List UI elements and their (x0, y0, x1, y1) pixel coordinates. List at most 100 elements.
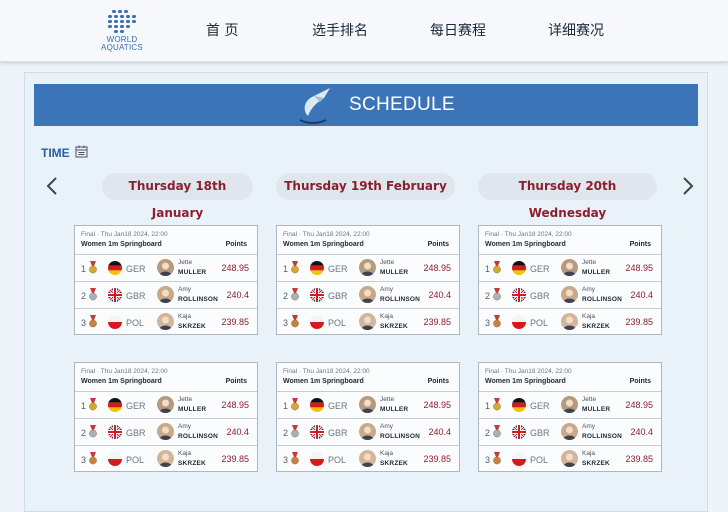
athlete-first-name: Jette (178, 259, 193, 266)
result-row[interactable]: 2 GBR Amy ROLLINSON 240.4 (479, 418, 661, 444)
score: 239.85 (625, 317, 653, 327)
country-code: POL (530, 455, 549, 465)
country-code: GBR (328, 291, 348, 301)
score: 240.4 (630, 290, 653, 300)
points-header: Points (629, 241, 651, 248)
athlete-first-name: Kaja (380, 313, 394, 320)
nav-match-details[interactable]: 详细赛况 (548, 20, 604, 40)
result-card[interactable]: Final · Thu Jan18 2024, 22:00 Women 1m Sp… (276, 362, 460, 472)
result-row[interactable]: 1 GER Jette MULLER 248.95 (277, 391, 459, 417)
score: 240.4 (226, 427, 249, 437)
athlete-first-name: Kaja (178, 450, 192, 457)
nav-home[interactable]: 首 页 (206, 20, 238, 40)
date-tab-3[interactable]: Thursday 20th Wednesday (478, 173, 657, 220)
logo-mark-icon (108, 10, 136, 33)
result-card[interactable]: Final · Thu Jan18 2024, 22:00 Women 1m Sp… (478, 362, 662, 472)
athlete-first-name: Kaja (380, 450, 394, 457)
result-card[interactable]: Final · Thu Jan18 2024, 22:00 Women 1m Sp… (74, 362, 258, 472)
medal-icon (89, 261, 97, 274)
date-tab-1[interactable]: Thursday 18th January (102, 173, 253, 220)
event-name: Women 1m Springboard (283, 378, 364, 385)
athlete-last-name: ROLLINSON (178, 433, 219, 440)
rank: 1 (81, 264, 87, 274)
athlete-avatar (157, 396, 174, 413)
result-row[interactable]: 2 GBR Amy ROLLINSON 240.4 (277, 418, 459, 444)
result-row[interactable]: 1 GER Jette MULLER 248.95 (479, 391, 661, 417)
nav-daily-schedule[interactable]: 每日赛程 (430, 20, 486, 40)
score: 239.85 (625, 454, 653, 464)
germany-flag-icon (108, 398, 122, 412)
date-tab-2[interactable]: Thursday 19th February (276, 173, 455, 200)
athlete-avatar (359, 259, 376, 276)
medal-icon (493, 398, 501, 411)
medal-icon (493, 452, 501, 465)
top-navigation-bar: WORLD AQUATICS 首 页 选手排名 每日赛程 详细赛况 (0, 0, 728, 62)
result-row[interactable]: 2 GBR Amy ROLLINSON 240.4 (277, 281, 459, 307)
diver-icon (299, 88, 330, 124)
result-row[interactable]: 1 GER Jette MULLER 248.95 (75, 254, 257, 280)
result-row[interactable]: 3 POL Kaja SKRZEK 239.85 (277, 308, 459, 334)
athlete-avatar (359, 396, 376, 413)
event-name: Women 1m Springboard (81, 241, 162, 248)
result-row[interactable]: 2 GBR Amy ROLLINSON 240.4 (479, 281, 661, 307)
nav-athlete-ranking[interactable]: 选手排名 (312, 20, 368, 40)
country-code: POL (126, 455, 145, 465)
result-row[interactable]: 3 POL Kaja SKRZEK 239.85 (75, 445, 257, 471)
points-header: Points (427, 378, 449, 385)
next-arrow-icon[interactable] (681, 176, 695, 196)
country-code: GBR (126, 428, 146, 438)
calendar-icon[interactable] (75, 145, 88, 158)
athlete-avatar (561, 313, 578, 330)
rank: 2 (283, 291, 289, 301)
athlete-first-name: Amy (178, 423, 191, 430)
athlete-first-name: Jette (582, 259, 597, 266)
event-meta: Final · Thu Jan18 2024, 22:00 (81, 231, 168, 238)
event-name: Women 1m Springboard (485, 378, 566, 385)
result-card[interactable]: Final · Thu Jan18 2024, 22:00 Women 1m Sp… (74, 225, 258, 335)
uk-flag-icon (108, 425, 122, 439)
prev-arrow-icon[interactable] (45, 176, 59, 196)
result-row[interactable]: 2 GBR Amy ROLLINSON 240.4 (75, 281, 257, 307)
time-filter-label[interactable]: TIME (41, 146, 70, 160)
germany-flag-icon (512, 261, 526, 275)
world-aquatics-logo[interactable]: WORLD AQUATICS (92, 8, 152, 52)
result-row[interactable]: 3 POL Kaja SKRZEK 239.85 (75, 308, 257, 334)
result-row[interactable]: 3 POL Kaja SKRZEK 239.85 (277, 445, 459, 471)
athlete-last-name: SKRZEK (178, 323, 206, 330)
medal-icon (89, 425, 97, 438)
athlete-avatar (359, 313, 376, 330)
poland-flag-icon (310, 452, 324, 466)
athlete-avatar (561, 423, 578, 440)
athlete-first-name: Amy (178, 286, 191, 293)
athlete-last-name: ROLLINSON (582, 433, 623, 440)
rank: 3 (283, 318, 289, 328)
result-card[interactable]: Final · Thu Jan18 2024, 22:00 Women 1m Sp… (276, 225, 460, 335)
country-code: POL (328, 455, 347, 465)
result-row[interactable]: 3 POL Kaja SKRZEK 239.85 (479, 445, 661, 471)
result-row[interactable]: 1 GER Jette MULLER 248.95 (75, 391, 257, 417)
result-row[interactable]: 1 GER Jette MULLER 248.95 (277, 254, 459, 280)
country-code: GER (328, 401, 348, 411)
result-row[interactable]: 1 GER Jette MULLER 248.95 (479, 254, 661, 280)
athlete-avatar (561, 396, 578, 413)
result-row[interactable]: 3 POL Kaja SKRZEK 239.85 (479, 308, 661, 334)
medal-icon (291, 288, 299, 301)
country-code: POL (530, 318, 549, 328)
uk-flag-icon (512, 288, 526, 302)
rank: 1 (81, 401, 87, 411)
points-header: Points (427, 241, 449, 248)
result-card[interactable]: Final · Thu Jan18 2024, 22:00 Women 1m Sp… (478, 225, 662, 335)
score: 248.95 (221, 263, 249, 273)
athlete-avatar (359, 423, 376, 440)
athlete-last-name: ROLLINSON (380, 296, 421, 303)
medal-icon (493, 261, 501, 274)
result-row[interactable]: 2 GBR Amy ROLLINSON 240.4 (75, 418, 257, 444)
medal-icon (493, 315, 501, 328)
rank: 1 (283, 401, 289, 411)
athlete-first-name: Jette (582, 396, 597, 403)
event-meta: Final · Thu Jan18 2024, 22:00 (283, 231, 370, 238)
germany-flag-icon (310, 398, 324, 412)
athlete-avatar (561, 286, 578, 303)
country-code: GBR (126, 291, 146, 301)
uk-flag-icon (512, 425, 526, 439)
